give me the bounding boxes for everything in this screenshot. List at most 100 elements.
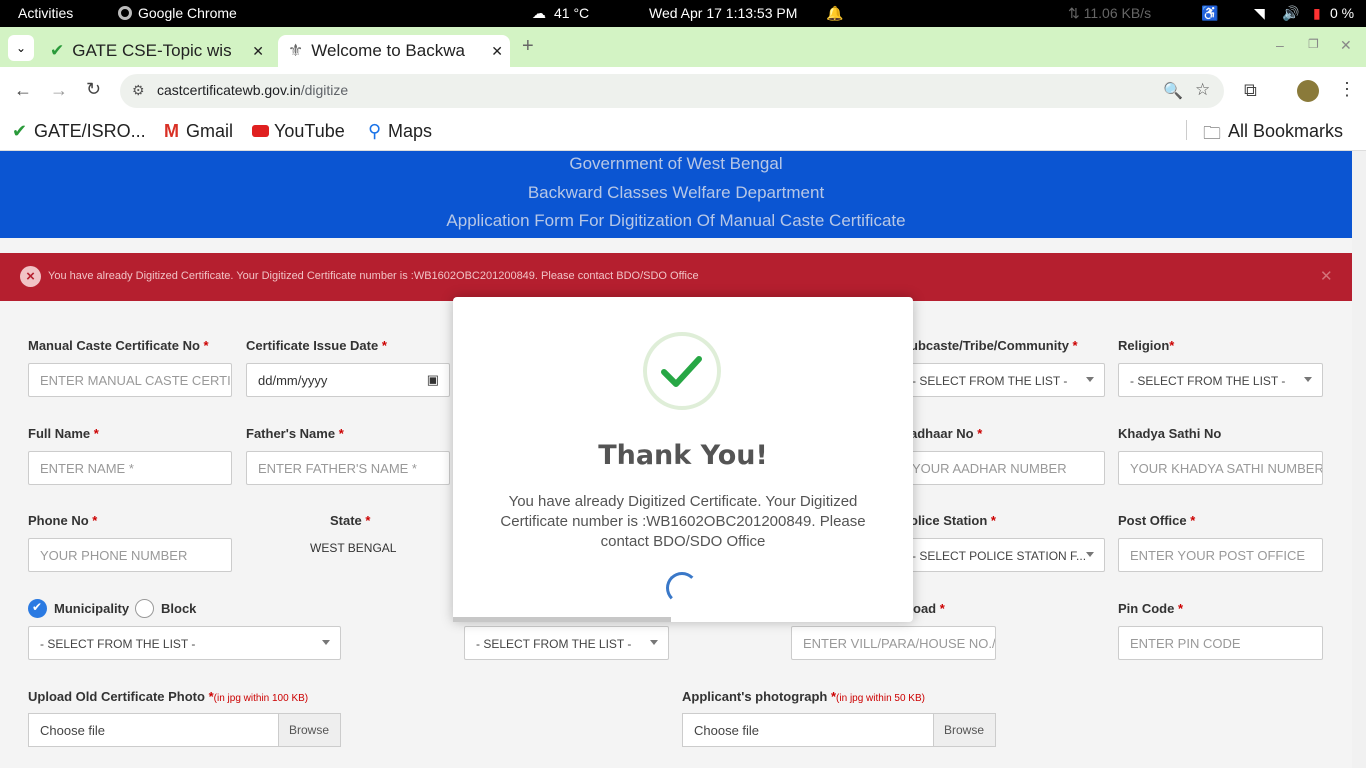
battery-icon[interactable]: ▮ <box>1313 5 1321 22</box>
checkmark-favicon-icon: ✔ <box>50 41 65 60</box>
old-photo-label: Upload Old Certificate Photo *(in jpg wi… <box>28 689 309 704</box>
back-arrow-icon[interactable]: ← <box>14 80 32 101</box>
browse-button[interactable]: Browse <box>933 714 995 746</box>
date-value: dd/mm/yyyy <box>258 373 328 388</box>
maximize-button[interactable]: ❐ <box>1308 37 1319 51</box>
wifi-icon[interactable]: ◥ <box>1254 5 1265 22</box>
emblem-favicon-icon: ⚜ <box>288 41 304 60</box>
pin-label: Pin Code * <box>1118 601 1184 616</box>
calendar-icon[interactable]: ▣ <box>427 372 439 388</box>
bookmark-gmail[interactable]: Gmail <box>186 121 233 142</box>
aadhaar-label: adhaar No * <box>910 426 983 441</box>
applicant-photo-file-input[interactable]: Choose file Browse <box>682 713 996 747</box>
chevron-down-icon <box>1086 552 1094 557</box>
battery-percent: 0 % <box>1330 5 1355 21</box>
father-input[interactable]: ENTER FATHER'S NAME * <box>246 451 450 485</box>
all-bookmarks[interactable]: All Bookmarks <box>1228 121 1343 142</box>
close-icon[interactable]: ✕ <box>491 43 503 60</box>
youtube-icon <box>252 125 269 137</box>
road-input[interactable]: ENTER VILL/PARA/HOUSE NO./ <box>791 626 996 660</box>
maps-pin-icon: ⚲ <box>368 121 382 141</box>
gmail-icon: M <box>164 121 179 141</box>
bookmark-star-icon[interactable]: ☆ <box>1195 80 1210 100</box>
chevron-down-icon <box>322 640 330 645</box>
site-info-icon[interactable]: ⚙ <box>132 82 145 99</box>
forward-arrow-icon[interactable]: → <box>50 80 68 101</box>
khadya-label: Khadya Sathi No <box>1118 426 1222 441</box>
menu-kebab-icon[interactable]: ⋮ <box>1338 79 1356 100</box>
subcaste-select[interactable]: - SELECT FROM THE LIST - <box>900 363 1105 397</box>
applicant-photo-label: Applicant's photograph *(in jpg within 5… <box>682 689 925 704</box>
banner-line-1: Government of West Bengal <box>569 154 783 173</box>
loading-spinner-icon <box>666 572 698 604</box>
app-menu[interactable]: Google Chrome <box>118 5 237 21</box>
reload-icon[interactable]: ↻ <box>86 79 101 100</box>
profile-avatar[interactable] <box>1297 80 1319 102</box>
timer-progress-bar <box>453 617 671 622</box>
municipality-radio[interactable]: ✔ <box>28 599 47 618</box>
file-label: Choose file <box>694 723 760 738</box>
municipality-label[interactable]: Municipality <box>54 601 129 616</box>
tab-gate[interactable]: ✔ GATE CSE-Topic wis ✕ <box>40 35 272 67</box>
header-banner: Government of West Bengal Backward Class… <box>0 151 1352 238</box>
checkmark-icon: ✔ <box>12 121 28 141</box>
tab-title: GATE CSE-Topic wis <box>72 41 232 60</box>
old-photo-file-input[interactable]: Choose file Browse <box>28 713 341 747</box>
browse-button[interactable]: Browse <box>278 714 340 746</box>
manual-no-input[interactable]: ENTER MANUAL CASTE CERTIF <box>28 363 232 397</box>
manual-no-label: Manual Caste Certificate No * <box>28 338 209 353</box>
tab-search-button[interactable]: ⌄ <box>8 35 34 61</box>
block-label[interactable]: Block <box>161 601 196 616</box>
religion-select[interactable]: - SELECT FROM THE LIST - <box>1118 363 1323 397</box>
success-check-icon <box>643 332 721 410</box>
chevron-down-icon <box>1304 377 1312 382</box>
pin-input[interactable]: ENTER PIN CODE <box>1118 626 1323 660</box>
bookmark-maps[interactable]: Maps <box>388 121 432 142</box>
minimize-button[interactable]: ‒ <box>1276 37 1284 53</box>
scrollbar[interactable] <box>1352 151 1366 768</box>
phone-input[interactable]: YOUR PHONE NUMBER <box>28 538 232 572</box>
religion-label: Religion* <box>1118 338 1175 353</box>
zoom-search-icon[interactable]: 🔍 <box>1163 81 1183 101</box>
extensions-icon[interactable]: ⧉ <box>1244 80 1257 101</box>
tab-title: Welcome to Backwa <box>311 41 465 60</box>
clock[interactable]: Wed Apr 17 1:13:53 PM <box>649 5 797 21</box>
phone-label: Phone No * <box>28 513 98 528</box>
divider <box>1186 120 1187 140</box>
volume-icon[interactable]: 🔊 <box>1282 5 1299 22</box>
network-speed: ⇅ 11.06 KB/s <box>1068 5 1152 21</box>
error-alert: × You have already Digitized Certificate… <box>0 253 1352 301</box>
police-label: olice Station * <box>910 513 996 528</box>
close-icon[interactable]: ✕ <box>252 43 264 60</box>
issue-date-input[interactable]: dd/mm/yyyy ▣ <box>246 363 450 397</box>
error-icon: × <box>20 266 41 287</box>
road-label: oad * <box>913 601 945 616</box>
police-select[interactable]: - SELECT POLICE STATION F... <box>900 538 1105 572</box>
chevron-down-icon <box>650 640 658 645</box>
tab-backward-classes[interactable]: ⚜ Welcome to Backwa ✕ <box>278 35 510 67</box>
ward-select[interactable]: - SELECT FROM THE LIST - <box>464 626 669 660</box>
khadya-input[interactable]: YOUR KHADYA SATHI NUMBER <box>1118 451 1323 485</box>
bookmark-youtube[interactable]: YouTube <box>274 121 345 142</box>
notification-bell-icon[interactable]: 🔔 <box>826 5 843 22</box>
folder-icon: 🗀 <box>1203 123 1221 143</box>
aadhaar-input[interactable]: YOUR AADHAR NUMBER <box>900 451 1105 485</box>
area-select[interactable]: - SELECT FROM THE LIST - <box>28 626 341 660</box>
father-label: Father's Name * <box>246 426 344 441</box>
bookmarks-bar: ✔ GATE/ISRO... M Gmail YouTube ⚲ Maps 🗀 … <box>0 114 1366 151</box>
alert-close-button[interactable]: ✕ <box>1320 267 1333 285</box>
page-content: Government of West Bengal Backward Class… <box>0 151 1352 768</box>
success-modal: Thank You! You have already Digitized Ce… <box>453 297 913 622</box>
subcaste-label: ubcaste/Tribe/Community * <box>910 338 1078 353</box>
address-bar[interactable]: ⚙ castcertificatewb.gov.in/digitize 🔍 ☆ <box>120 74 1224 108</box>
bookmark-gate[interactable]: GATE/ISRO... <box>34 121 146 142</box>
activities-button[interactable]: Activities <box>18 5 73 21</box>
postoffice-input[interactable]: ENTER YOUR POST OFFICE <box>1118 538 1323 572</box>
new-tab-button[interactable]: + <box>522 35 534 58</box>
accessibility-icon[interactable]: ♿ <box>1201 5 1218 22</box>
block-radio[interactable] <box>135 599 154 618</box>
fullname-input[interactable]: ENTER NAME * <box>28 451 232 485</box>
issue-date-label: Certificate Issue Date * <box>246 338 387 353</box>
window-close-button[interactable]: ✕ <box>1340 37 1352 54</box>
fullname-label: Full Name * <box>28 426 99 441</box>
